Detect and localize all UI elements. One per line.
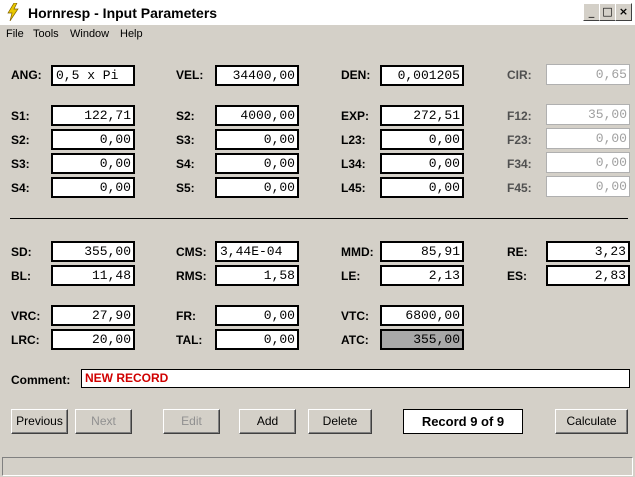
field-f34: 0,00 xyxy=(546,152,630,173)
record-indicator: Record 9 of 9 xyxy=(403,409,523,434)
menu-tools[interactable]: Tools xyxy=(33,28,59,40)
label-vtc: VTC: xyxy=(341,309,369,323)
comment-field[interactable]: NEW RECORD xyxy=(81,369,630,388)
field-lrc[interactable]: 20,00 xyxy=(51,329,135,350)
label-lrc: LRC: xyxy=(11,333,40,347)
minimize-button[interactable]: _ xyxy=(583,3,600,21)
label-l23: L23: xyxy=(341,133,366,147)
delete-button[interactable]: Delete xyxy=(308,409,372,434)
label-s2: S2: xyxy=(11,133,30,147)
field-vrc[interactable]: 27,90 xyxy=(51,305,135,326)
label-s5: S5: xyxy=(176,181,195,195)
label-re: RE: xyxy=(507,245,528,259)
previous-button[interactable]: Previous xyxy=(11,409,68,434)
label-mmd: MMD: xyxy=(341,245,374,259)
field-cms[interactable]: 3,44E-04 xyxy=(215,241,299,262)
label-cms: CMS: xyxy=(176,245,207,259)
field-sd[interactable]: 355,00 xyxy=(51,241,135,262)
field-den[interactable]: 0,001205 xyxy=(380,65,464,86)
label-vel: VEL: xyxy=(176,68,204,82)
maximize-button[interactable]: □ xyxy=(599,3,616,21)
label-s2-right: S2: xyxy=(176,109,195,123)
label-es: ES: xyxy=(507,269,528,283)
label-s4: S4: xyxy=(11,181,30,195)
field-fr[interactable]: 0,00 xyxy=(215,305,299,326)
comment-label: Comment: xyxy=(11,373,71,387)
label-s1: S1: xyxy=(11,109,30,123)
lightning-icon xyxy=(7,3,19,21)
menu-help[interactable]: Help xyxy=(120,28,143,40)
label-fr: FR: xyxy=(176,309,196,323)
label-l45: L45: xyxy=(341,181,366,195)
field-es[interactable]: 2,83 xyxy=(546,265,630,286)
field-re[interactable]: 3,23 xyxy=(546,241,630,262)
label-l34: L34: xyxy=(341,157,366,171)
next-button[interactable]: Next xyxy=(75,409,132,434)
title-bar: Hornresp - Input Parameters _ □ × xyxy=(0,0,635,25)
field-s4[interactable]: 0,00 xyxy=(51,177,135,198)
field-s4-right[interactable]: 0,00 xyxy=(215,153,299,174)
label-s3: S3: xyxy=(11,157,30,171)
label-tal: TAL: xyxy=(176,333,203,347)
field-f23: 0,00 xyxy=(546,128,630,149)
menu-file[interactable]: File xyxy=(6,28,24,40)
field-tal[interactable]: 0,00 xyxy=(215,329,299,350)
field-l34[interactable]: 0,00 xyxy=(380,153,464,174)
field-l23[interactable]: 0,00 xyxy=(380,129,464,150)
field-cir: 0,65 xyxy=(546,64,630,85)
label-rms: RMS: xyxy=(176,269,207,283)
label-le: LE: xyxy=(341,269,361,283)
label-den: DEN: xyxy=(341,68,371,82)
label-vrc: VRC: xyxy=(11,309,41,323)
calculate-button[interactable]: Calculate xyxy=(555,409,628,434)
field-mmd[interactable]: 85,91 xyxy=(380,241,464,262)
field-exp[interactable]: 272,51 xyxy=(380,105,464,126)
label-sd: SD: xyxy=(11,245,32,259)
field-s2-right[interactable]: 4000,00 xyxy=(215,105,299,126)
field-rms[interactable]: 1,58 xyxy=(215,265,299,286)
label-f23: F23: xyxy=(507,133,532,147)
field-s3-right[interactable]: 0,00 xyxy=(215,129,299,150)
close-button[interactable]: × xyxy=(615,3,632,21)
field-le[interactable]: 2,13 xyxy=(380,265,464,286)
field-s1[interactable]: 122,71 xyxy=(51,105,135,126)
menu-bar: File Tools Window Help xyxy=(0,25,635,44)
label-ang: ANG: xyxy=(11,68,42,82)
label-atc: ATC: xyxy=(341,333,369,347)
field-f12: 35,00 xyxy=(546,104,630,125)
field-s5[interactable]: 0,00 xyxy=(215,177,299,198)
label-s3-right: S3: xyxy=(176,133,195,147)
label-cir: CIR: xyxy=(507,68,532,82)
field-f45: 0,00 xyxy=(546,176,630,197)
field-bl[interactable]: 11,48 xyxy=(51,265,135,286)
window-title: Hornresp - Input Parameters xyxy=(28,5,218,21)
field-atc[interactable]: 355,00 xyxy=(380,329,464,350)
label-f34: F34: xyxy=(507,157,532,171)
menu-window[interactable]: Window xyxy=(70,28,109,40)
edit-button[interactable]: Edit xyxy=(163,409,220,434)
label-bl: BL: xyxy=(11,269,31,283)
field-vel[interactable]: 34400,00 xyxy=(215,65,299,86)
label-f45: F45: xyxy=(507,181,532,195)
status-bar xyxy=(2,457,633,476)
label-s4-right: S4: xyxy=(176,157,195,171)
label-exp: EXP: xyxy=(341,109,370,123)
field-s2[interactable]: 0,00 xyxy=(51,129,135,150)
field-s3[interactable]: 0,00 xyxy=(51,153,135,174)
label-f12: F12: xyxy=(507,109,532,123)
field-l45[interactable]: 0,00 xyxy=(380,177,464,198)
add-button[interactable]: Add xyxy=(239,409,296,434)
field-vtc[interactable]: 6800,00 xyxy=(380,305,464,326)
section-divider xyxy=(10,218,628,219)
field-ang[interactable]: 0,5 x Pi xyxy=(51,65,135,86)
